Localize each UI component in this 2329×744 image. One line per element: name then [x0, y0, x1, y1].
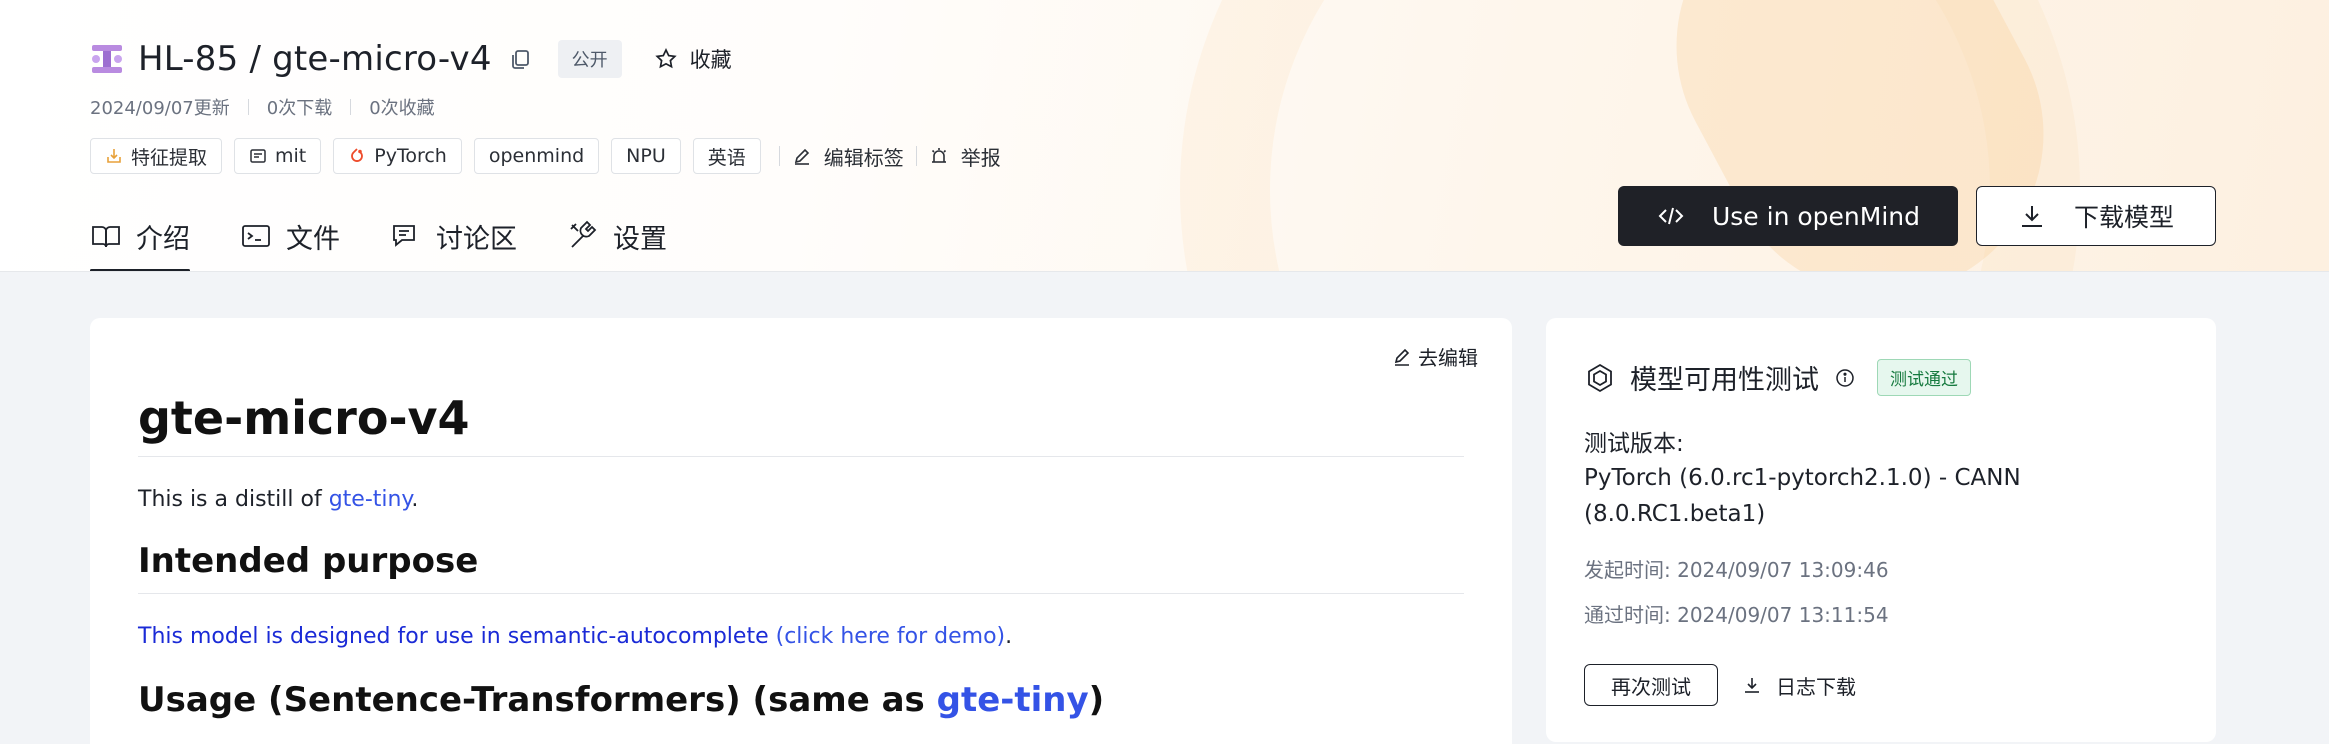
go-edit-button[interactable]: 去编辑	[1392, 342, 1478, 371]
tab-label: 介绍	[136, 223, 190, 255]
favorite-count: 0次收藏	[369, 98, 435, 119]
readme-intro: This is a distill of gte-tiny.	[138, 485, 1464, 515]
download-model-button[interactable]: 下载模型	[1976, 186, 2216, 246]
readme-card: 去编辑 gte-micro-v4 This is a distill of gt…	[90, 318, 1512, 744]
tags-divider	[915, 146, 917, 166]
edit-icon	[794, 148, 809, 165]
section-intended-purpose: Intended purpose	[138, 539, 1464, 594]
tag-pytorch[interactable]: PyTorch	[333, 138, 462, 174]
availability-card: 模型可用性测试 测试通过 测试版本: PyTorch (6.0.rc1-pyto…	[1546, 318, 2216, 742]
tag-label: PyTorch	[374, 145, 447, 167]
pytorch-icon	[351, 148, 364, 162]
version-label: 测试版本:	[1584, 431, 1684, 457]
tools-icon	[570, 220, 597, 248]
meta-divider	[247, 99, 249, 115]
report-button[interactable]: 举报	[929, 142, 1001, 171]
folder-icon	[242, 225, 270, 247]
usage-heading-suffix: )	[1088, 680, 1105, 720]
purpose-text: This model is designed for use in semant…	[138, 624, 776, 649]
code-icon	[1658, 207, 1684, 225]
version-value: PyTorch (6.0.rc1-pytorch2.1.0) - CANN (8…	[1584, 465, 2021, 527]
tags-row: 特征提取 mit PyTorch openmind NPU 英语 编辑标签 举报	[90, 138, 1001, 174]
go-edit-label: 去编辑	[1418, 346, 1478, 370]
use-in-openmind-label: Use in openMind	[1711, 201, 1920, 231]
readme-content: gte-micro-v4 This is a distill of gte-ti…	[138, 390, 1464, 732]
purpose-paragraph: This model is designed for use in semant…	[138, 622, 1464, 652]
tag-label: NPU	[626, 145, 666, 167]
tab-label: 设置	[613, 223, 667, 255]
readme-title: gte-micro-v4	[138, 390, 1464, 457]
started-time: 发起时间: 2024/09/07 13:09:46	[1584, 558, 1889, 582]
tab-discussions[interactable]: 讨论区	[390, 204, 517, 268]
alarm-icon	[931, 148, 946, 163]
retest-button[interactable]: 再次测试	[1584, 664, 1718, 706]
edit-tags-button[interactable]: 编辑标签	[792, 142, 904, 171]
intro-suffix: .	[411, 487, 419, 512]
availability-header: 模型可用性测试 测试通过	[1584, 358, 1971, 397]
repo-title: HL-85 / gte-micro-v4	[138, 39, 492, 79]
purpose-suffix: .	[1005, 624, 1013, 649]
usage-heading-text: Usage (Sentence-Transformers) (same as	[138, 680, 937, 720]
chat-icon	[393, 225, 415, 247]
license-icon	[250, 149, 266, 163]
info-icon[interactable]	[1835, 368, 1855, 388]
log-download-label: 日志下载	[1776, 674, 1856, 699]
tag-label: 特征提取	[131, 146, 208, 169]
tag-npu[interactable]: NPU	[611, 138, 681, 174]
tag-english[interactable]: 英语	[692, 138, 761, 174]
availability-title: 模型可用性测试	[1630, 365, 1819, 396]
tab-intro[interactable]: 介绍	[90, 204, 190, 271]
book-icon	[92, 226, 120, 248]
use-in-openmind-button[interactable]: Use in openMind	[1618, 186, 1958, 246]
status-badge: 测试通过	[1877, 359, 1971, 396]
tag-label: 英语	[707, 146, 746, 169]
updated-date: 2024/09/07更新	[90, 98, 230, 119]
tab-label: 讨论区	[436, 223, 517, 255]
tags-divider	[778, 146, 780, 166]
intro-text: This is a distill of	[138, 487, 329, 512]
favorite-button[interactable]: 收藏	[654, 44, 732, 74]
passed-time: 通过时间: 2024/09/07 13:11:54	[1584, 603, 1889, 627]
gte-tiny-link[interactable]: gte-tiny	[329, 487, 412, 512]
tag-label: mit	[275, 145, 307, 167]
download-model-label: 下载模型	[2073, 203, 2174, 232]
demo-link[interactable]: (click here for demo)	[776, 624, 1006, 649]
repo-tabs: 介绍 文件 讨论区 设置	[90, 204, 717, 271]
visibility-badge: 公开	[557, 40, 622, 78]
model-logo-icon	[92, 45, 122, 73]
tag-feature-extraction[interactable]: 特征提取	[90, 138, 223, 174]
title-row: HL-85 / gte-micro-v4 公开 收藏	[90, 36, 732, 82]
favorite-label: 收藏	[689, 48, 732, 72]
star-icon	[654, 48, 677, 69]
report-label: 举报	[960, 145, 1001, 170]
usage-gte-tiny-link[interactable]: gte-tiny	[937, 680, 1089, 720]
download-icon	[2021, 206, 2042, 227]
repo-meta: 2024/09/07更新 0次下载 0次收藏	[90, 94, 435, 120]
tab-settings[interactable]: 设置	[567, 204, 667, 268]
tab-files[interactable]: 文件	[240, 204, 340, 268]
feature-extract-icon	[107, 149, 121, 163]
download-icon	[1745, 678, 1759, 693]
tag-label: openmind	[488, 145, 585, 167]
repo-header: HL-85 / gte-micro-v4 公开 收藏 2024/09/07更新 …	[0, 0, 2329, 272]
log-download-button[interactable]: 日志下载	[1742, 664, 1856, 706]
edit-icon	[1394, 348, 1410, 366]
download-count: 0次下载	[266, 98, 333, 119]
tag-license-mit[interactable]: mit	[234, 138, 322, 174]
edit-tags-label: 编辑标签	[823, 145, 904, 170]
tag-openmind[interactable]: openmind	[473, 138, 600, 174]
section-usage: Usage (Sentence-Transformers) (same as g…	[138, 678, 1464, 732]
copy-icon[interactable]	[508, 47, 532, 71]
meta-divider	[350, 99, 352, 115]
hexagon-icon	[1588, 363, 1612, 392]
tab-label: 文件	[286, 223, 340, 255]
